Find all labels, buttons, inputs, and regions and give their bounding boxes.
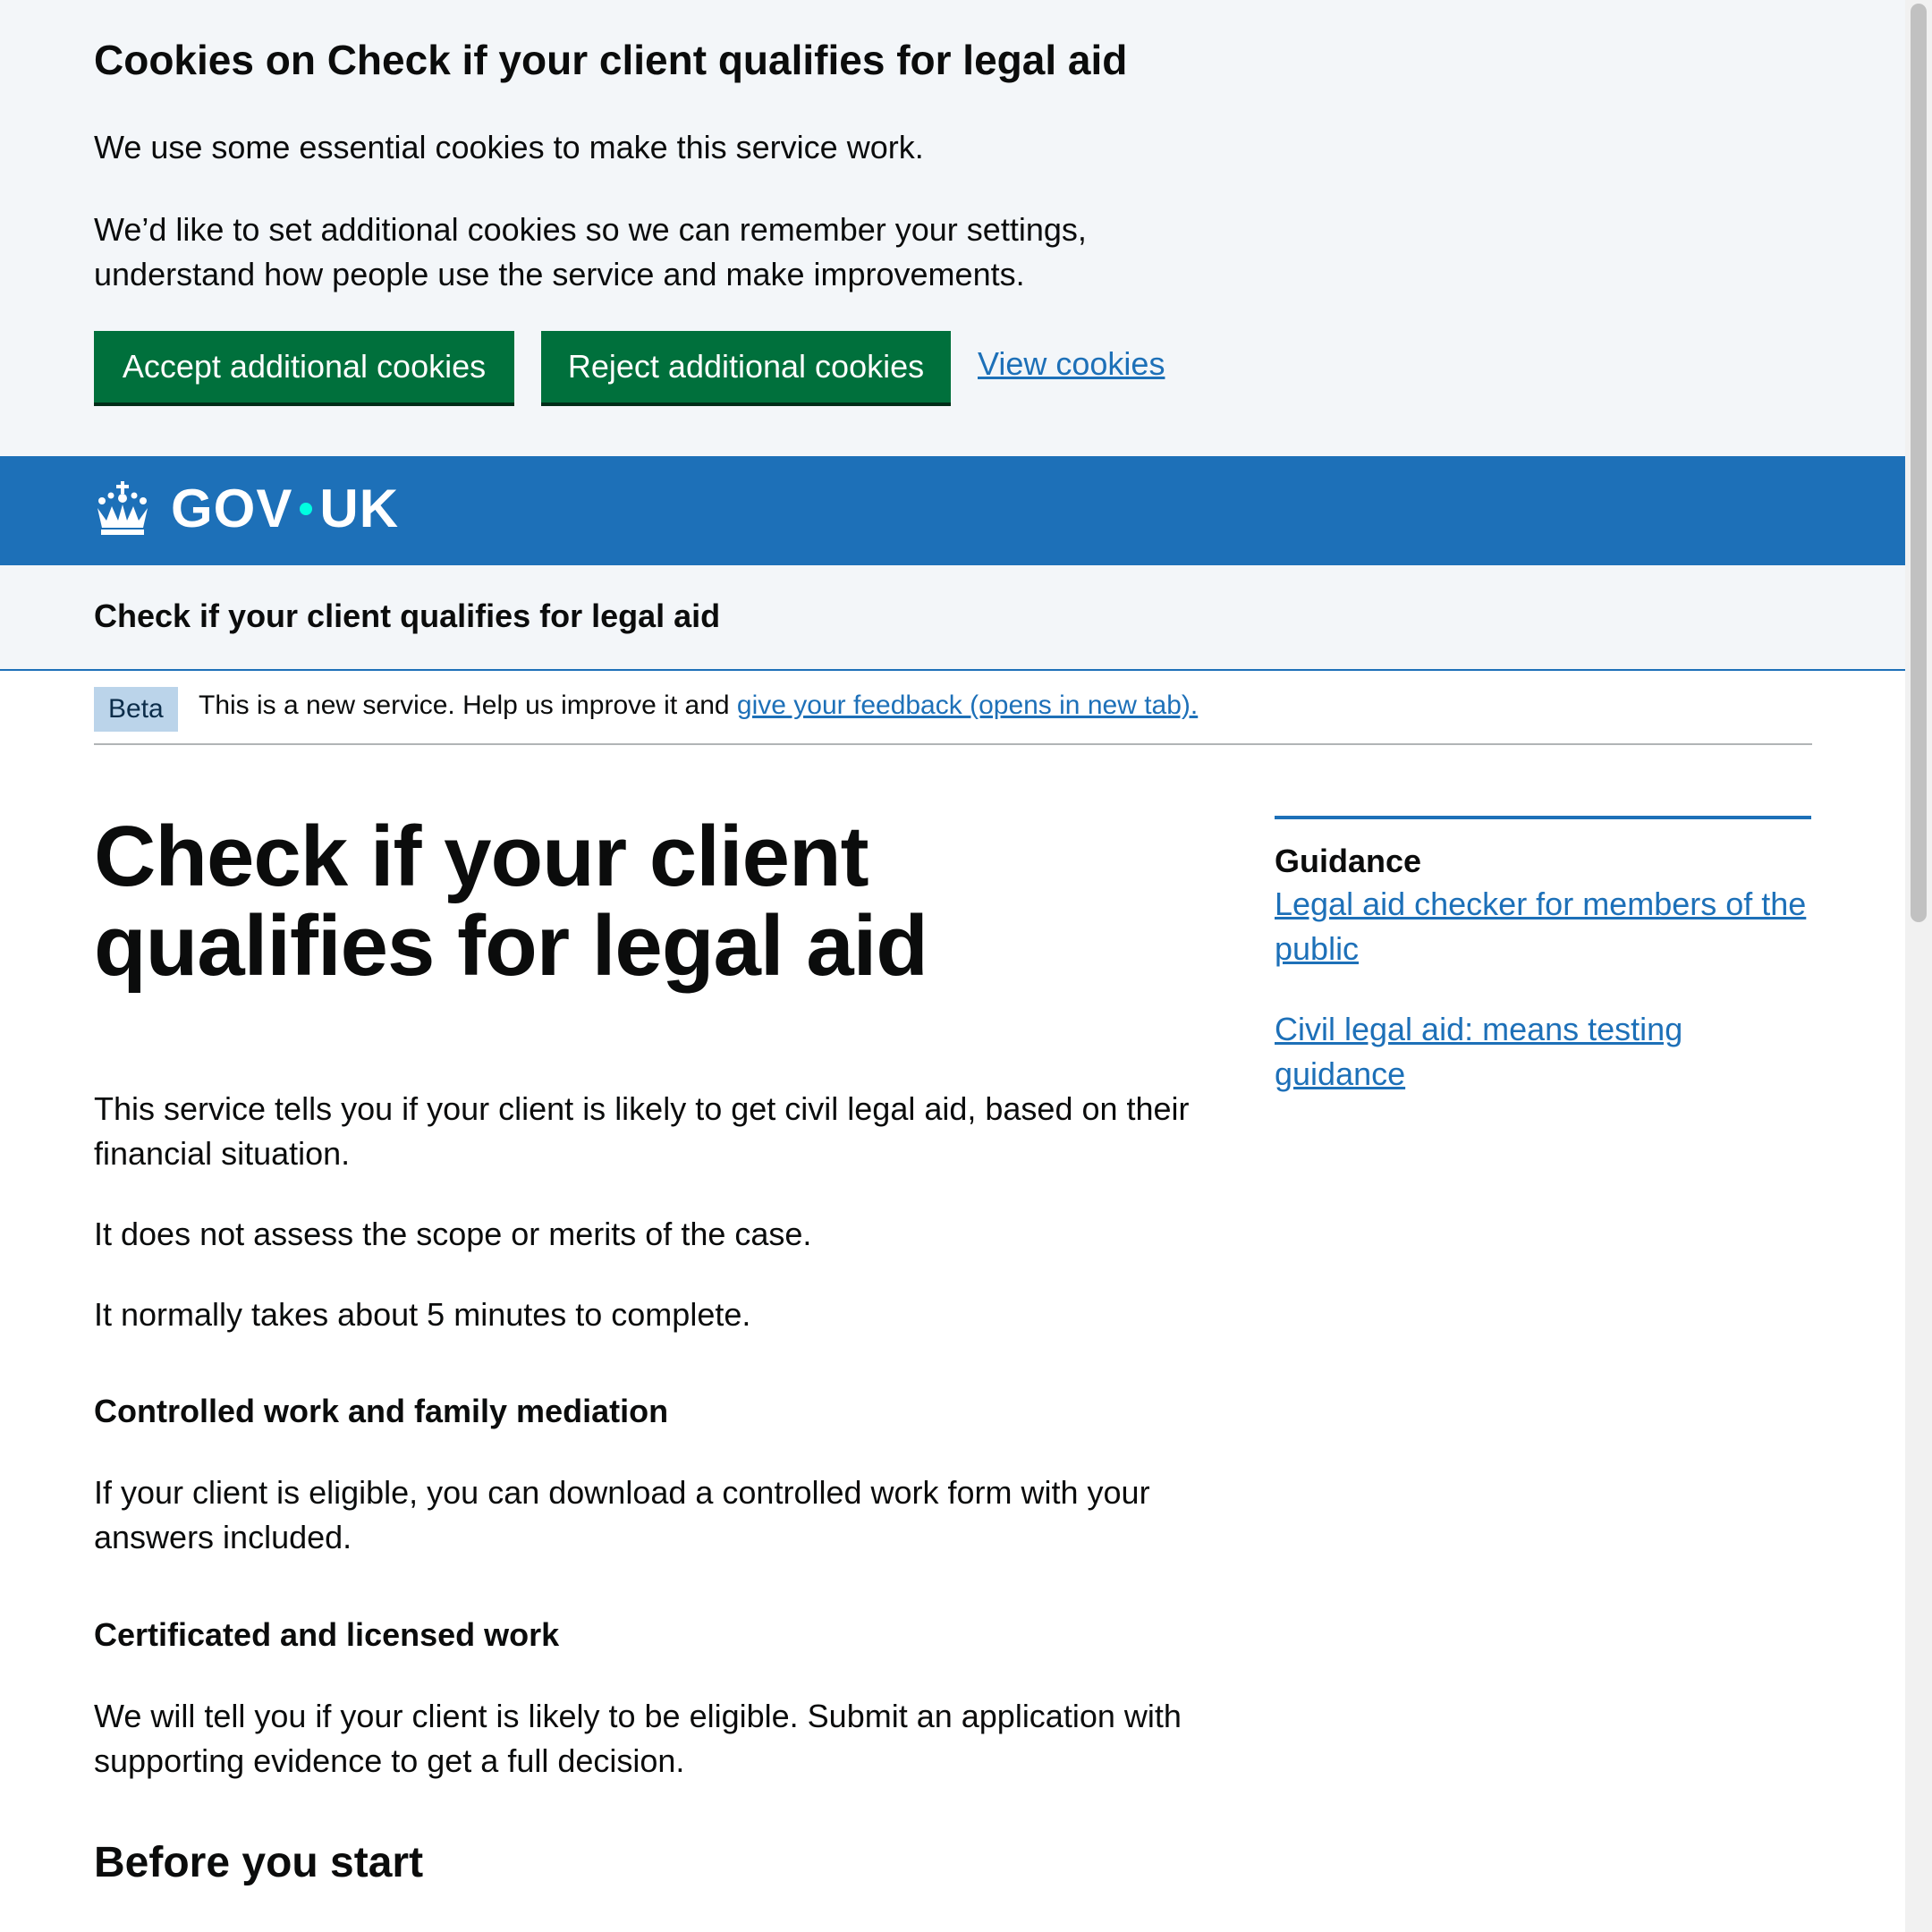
scrollbar-thumb[interactable] (1911, 4, 1927, 922)
govuk-logo-link[interactable]: GOV UK (94, 478, 399, 539)
page-viewport: Cookies on Check if your client qualifie… (0, 0, 1905, 1932)
service-name-link[interactable]: Check if your client qualifies for legal… (94, 597, 720, 635)
view-cookies-link[interactable]: View cookies (978, 345, 1165, 383)
beta-tag: Beta (94, 687, 178, 732)
vertical-scrollbar[interactable] (1905, 0, 1932, 1932)
cookie-banner: Cookies on Check if your client qualifie… (0, 0, 1905, 456)
scope-text: It does not assess the scope or merits o… (94, 1216, 812, 1252)
cookie-additional-text-line1: We’d like to set additional cookies so w… (94, 211, 1087, 248)
guidance-sidebar: Guidance Legal aid checker for members o… (1275, 816, 1811, 1097)
intro-text-line2: financial situation. (94, 1135, 351, 1172)
sidebar-link-public-checker: Legal aid checker for members of the pub… (1275, 882, 1811, 971)
govuk-logotype: GOV UK (171, 478, 399, 539)
duration-text: It normally takes about 5 minutes to com… (94, 1296, 751, 1333)
certificated-work-text-line1: We will tell you if your client is likel… (94, 1698, 1182, 1734)
phase-banner-text: This is a new service. Help us improve i… (199, 691, 1198, 721)
govuk-header: GOV UK (0, 456, 1905, 565)
sidebar-link-means-testing: Civil legal aid: means testing guidance (1275, 1007, 1811, 1097)
cookie-additional-text-line2: understand how people use the service an… (94, 256, 1025, 292)
controlled-work-text-line2: answers included. (94, 1519, 352, 1555)
crown-icon (94, 480, 151, 537)
means-testing-link-line2[interactable]: guidance (1275, 1052, 1811, 1097)
service-header: Check if your client qualifies for legal… (0, 565, 1905, 671)
public-checker-link-line1[interactable]: Legal aid checker for members of the (1275, 882, 1811, 927)
phase-banner-message: This is a new service. Help us improve i… (199, 691, 730, 720)
means-testing-link-line1[interactable]: Civil legal aid: means testing (1275, 1007, 1811, 1052)
certificated-work-text-line2: supporting evidence to get a full decisi… (94, 1742, 685, 1779)
intro-text-line1: This service tells you if your client is… (94, 1090, 1190, 1127)
before-you-start-heading: Before you start (94, 1839, 424, 1886)
logotype-gov: GOV (171, 479, 293, 538)
cookie-banner-title: Cookies on Check if your client qualifie… (94, 37, 1128, 83)
page-title: Check if your client qualifies for legal… (94, 809, 928, 994)
logotype-uk: UK (319, 479, 400, 538)
certificated-work-heading: Certificated and licensed work (94, 1616, 560, 1653)
controlled-work-heading: Controlled work and family mediation (94, 1393, 669, 1429)
controlled-work-text-line1: If your client is eligible, you can down… (94, 1474, 1150, 1511)
phase-banner: Beta This is a new service. Help us impr… (94, 671, 1812, 745)
cookie-essential-text: We use some essential cookies to make th… (94, 129, 924, 165)
logotype-dot (300, 502, 313, 515)
accept-cookies-button[interactable]: Accept additional cookies (94, 331, 514, 402)
guidance-heading: Guidance (1275, 843, 1422, 879)
feedback-link[interactable]: give your feedback (opens in new tab). (737, 691, 1198, 720)
reject-cookies-button[interactable]: Reject additional cookies (541, 331, 951, 402)
public-checker-link-line2[interactable]: public (1275, 927, 1811, 971)
